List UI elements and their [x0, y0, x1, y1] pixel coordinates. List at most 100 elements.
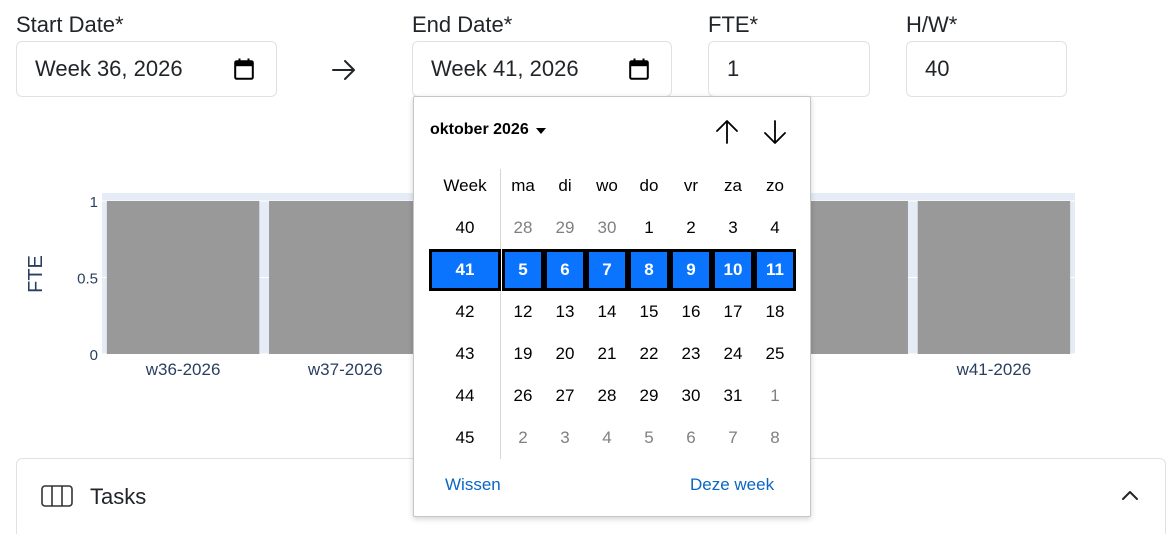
- day-cell[interactable]: 12: [502, 291, 544, 333]
- week-number[interactable]: 42: [429, 291, 501, 333]
- day-cell[interactable]: 26: [502, 375, 544, 417]
- start-date-value: Week 36, 2026: [35, 56, 183, 81]
- y-axis-title: FTE: [25, 255, 47, 293]
- day-cell[interactable]: 27: [544, 375, 586, 417]
- day-cell[interactable]: 13: [544, 291, 586, 333]
- day-cell[interactable]: 25: [754, 333, 796, 375]
- day-cell[interactable]: 4: [586, 417, 628, 459]
- day-cell[interactable]: 16: [670, 291, 712, 333]
- selected-week-row[interactable]: 41 5 6 7 8 9 10 11: [429, 249, 797, 291]
- arrow-up-icon[interactable]: [712, 117, 742, 147]
- week-number[interactable]: 45: [429, 417, 501, 459]
- start-date-input[interactable]: Week 36, 2026: [16, 41, 277, 97]
- weekday-header: do: [639, 176, 659, 195]
- day-cell[interactable]: 28: [586, 375, 628, 417]
- day-cell[interactable]: 24: [712, 333, 754, 375]
- arrow-down-icon[interactable]: [760, 117, 790, 147]
- month-year-label: oktober 2026: [430, 121, 529, 138]
- tasks-title: Tasks: [90, 484, 147, 509]
- fte-value: 1: [727, 56, 740, 81]
- bar: [269, 201, 422, 354]
- day-cell[interactable]: 6: [670, 417, 712, 459]
- day-cell[interactable]: 14: [586, 291, 628, 333]
- day-cell[interactable]: 10: [712, 249, 754, 291]
- day-cell[interactable]: 2: [502, 417, 544, 459]
- clear-button[interactable]: Wissen: [445, 475, 501, 495]
- day-cell[interactable]: 2: [670, 207, 712, 249]
- week-column-header: Week: [443, 176, 487, 195]
- day-cell[interactable]: 21: [586, 333, 628, 375]
- day-cell[interactable]: 28: [502, 207, 544, 249]
- week-row[interactable]: 43 19 20 21 22 23 24 25: [429, 333, 797, 375]
- week-row[interactable]: 40 28 29 30 1 2 3 4: [429, 207, 797, 249]
- weekday-header: ma: [511, 176, 535, 195]
- arrow-right-icon: [332, 60, 355, 80]
- bar: [917, 201, 1071, 354]
- day-cell[interactable]: 1: [628, 207, 670, 249]
- week-row[interactable]: 45 2 3 4 5 6 7 8: [429, 417, 797, 459]
- week-number[interactable]: 43: [429, 333, 501, 375]
- week-row[interactable]: 42 12 13 14 15 16 17 18: [429, 291, 797, 333]
- week-number[interactable]: 40: [429, 207, 501, 249]
- weekday-header: za: [724, 176, 742, 195]
- day-cell[interactable]: 22: [628, 333, 670, 375]
- y-tick-label: 0: [90, 347, 98, 364]
- calendar-icon[interactable]: [629, 58, 649, 80]
- this-week-button[interactable]: Deze week: [690, 475, 774, 495]
- day-cell[interactable]: 4: [754, 207, 796, 249]
- day-cell[interactable]: 7: [712, 417, 754, 459]
- bar: [106, 201, 260, 354]
- y-tick-label: 1: [90, 194, 98, 211]
- month-year-selector[interactable]: oktober 2026: [430, 121, 546, 139]
- day-cell[interactable]: 23: [670, 333, 712, 375]
- week-number[interactable]: 41: [429, 249, 501, 291]
- day-cell[interactable]: 3: [712, 207, 754, 249]
- x-tick-label: w41-2026: [956, 360, 1032, 379]
- day-cell[interactable]: 17: [712, 291, 754, 333]
- weekday-header: di: [558, 176, 572, 195]
- day-cell[interactable]: 1: [754, 375, 796, 417]
- day-cell[interactable]: 19: [502, 333, 544, 375]
- day-cell[interactable]: 31: [712, 375, 754, 417]
- day-cell[interactable]: 29: [544, 207, 586, 249]
- y-tick-label: 0.5: [77, 271, 98, 288]
- x-tick-label: w37-2026: [307, 360, 383, 379]
- calendar-grid: Week ma di wo do vr za zo 40 28 29 30 1 2 3 4 41 5 6 7 8 9 10 1…: [429, 165, 797, 459]
- day-cell[interactable]: 29: [628, 375, 670, 417]
- day-cell[interactable]: 15: [628, 291, 670, 333]
- fte-label: FTE*: [708, 12, 759, 37]
- caret-down-icon: [535, 127, 546, 134]
- hw-label: H/W*: [906, 12, 958, 37]
- weekday-header: vr: [683, 176, 699, 195]
- calendar-header-row: Week ma di wo do vr za zo: [429, 165, 797, 207]
- start-date-label: Start Date*: [16, 12, 124, 37]
- week-number[interactable]: 44: [429, 375, 501, 417]
- day-cell[interactable]: 11: [754, 249, 796, 291]
- week-picker-popup[interactable]: oktober 2026 Week ma di wo do vr za zo 40 28 29 30 1…: [413, 96, 811, 517]
- hw-input[interactable]: 40: [906, 41, 1067, 97]
- weekday-header: zo: [766, 176, 784, 195]
- day-cell[interactable]: 6: [544, 249, 586, 291]
- hw-value: 40: [925, 56, 950, 81]
- end-date-label: End Date*: [412, 12, 513, 37]
- chevron-up-icon[interactable]: [1119, 485, 1141, 507]
- weekday-header: wo: [596, 176, 618, 195]
- end-date-input[interactable]: Week 41, 2026: [412, 41, 672, 97]
- day-cell[interactable]: 7: [586, 249, 628, 291]
- day-cell[interactable]: 8: [754, 417, 796, 459]
- day-cell[interactable]: 5: [628, 417, 670, 459]
- day-cell[interactable]: 20: [544, 333, 586, 375]
- day-cell[interactable]: 30: [586, 207, 628, 249]
- fte-input[interactable]: 1: [708, 41, 870, 97]
- day-cell[interactable]: 9: [670, 249, 712, 291]
- week-row[interactable]: 44 26 27 28 29 30 31 1: [429, 375, 797, 417]
- x-tick-label: w36-2026: [145, 360, 221, 379]
- calendar-icon[interactable]: [234, 58, 254, 80]
- day-cell[interactable]: 30: [670, 375, 712, 417]
- columns-icon: [41, 485, 73, 507]
- day-cell[interactable]: 3: [544, 417, 586, 459]
- day-cell[interactable]: 5: [502, 249, 544, 291]
- day-cell[interactable]: 8: [628, 249, 670, 291]
- day-cell[interactable]: 18: [754, 291, 796, 333]
- end-date-value: Week 41, 2026: [431, 56, 579, 81]
